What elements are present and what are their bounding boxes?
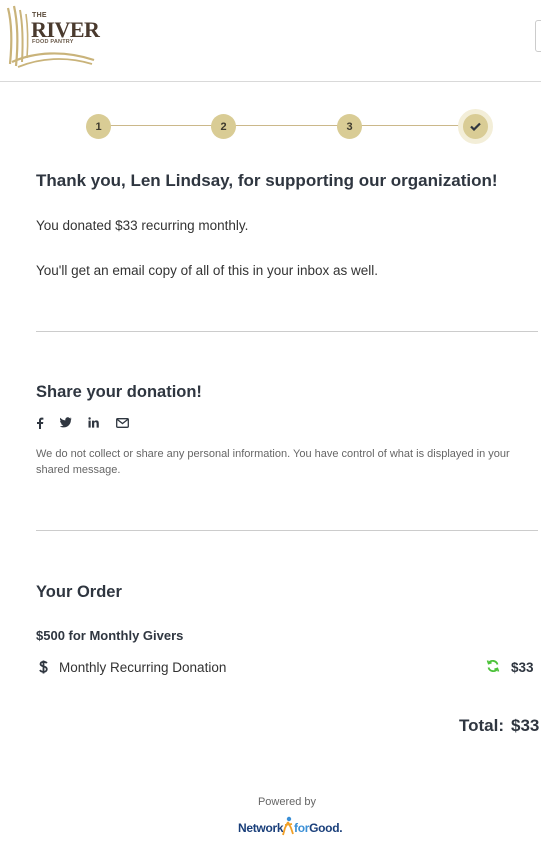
donation-summary-text: You donated $33 recurring monthly.	[36, 218, 249, 233]
facebook-icon[interactable]	[36, 417, 44, 432]
linkedin-icon[interactable]	[88, 417, 99, 431]
line-item-amount: $33	[511, 660, 534, 675]
nfg-good-text: Good.	[309, 821, 343, 835]
powered-by-text: Powered by	[257, 796, 317, 808]
dollar-icon	[39, 660, 48, 677]
step-3: 3	[337, 114, 362, 139]
divider	[36, 331, 538, 332]
total-amount: $33	[511, 716, 540, 735]
nfg-person-icon	[282, 816, 294, 836]
nfg-forgood-text: forGood.	[294, 821, 343, 835]
email-copy-text: You'll get an email copy of all of this …	[36, 263, 379, 278]
check-icon	[470, 122, 481, 131]
order-item-title: $500 for Monthly Givers	[36, 628, 184, 643]
order-heading: Your Order	[36, 583, 122, 601]
divider	[36, 530, 538, 531]
nfg-for-text: for	[294, 821, 310, 835]
progress-line	[98, 125, 474, 126]
twitter-icon[interactable]	[59, 417, 72, 431]
site-header: THE RIVER FOOD PANTRY	[0, 0, 541, 82]
step-2: 2	[211, 114, 236, 139]
step-complete	[458, 109, 493, 144]
network-for-good-logo[interactable]: Network forGood.	[238, 816, 343, 838]
river-food-pantry-logo[interactable]: THE RIVER FOOD PANTRY	[4, 4, 100, 70]
step-1: 1	[86, 114, 111, 139]
total-label: Total:	[459, 716, 505, 735]
header-menu-button[interactable]	[535, 20, 541, 52]
email-icon[interactable]	[116, 417, 129, 431]
logo-text-food-pantry: FOOD PANTRY	[32, 39, 74, 45]
line-item-label: Monthly Recurring Donation	[59, 660, 227, 675]
nfg-network-text: Network	[238, 821, 284, 835]
thank-you-heading: Thank you, Len Lindsay, for supporting o…	[36, 171, 498, 190]
privacy-note: We do not collect or share any personal …	[36, 448, 510, 476]
recurring-icon	[486, 659, 500, 677]
share-heading: Share your donation!	[36, 383, 202, 401]
progress-steps: 1 2 3	[86, 109, 494, 144]
